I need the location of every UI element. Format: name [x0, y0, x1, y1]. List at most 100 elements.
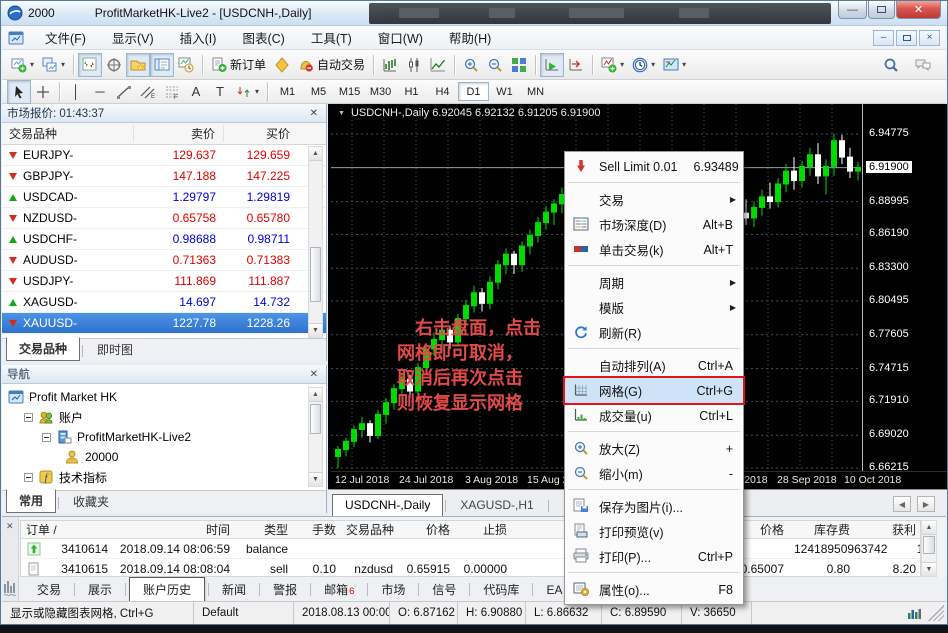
market-watch-column-headers[interactable]: 交易品种卖价买价	[2, 123, 326, 145]
history-row[interactable]: 34106142018.09.14 08:06:59balance1241895…	[21, 539, 920, 559]
market-watch-row[interactable]: NZDUSD-0.657580.65780	[2, 208, 326, 229]
chart-tab-0[interactable]: USDCNH-,Daily	[332, 494, 443, 517]
scroll-down-icon[interactable]: ▼	[309, 323, 322, 337]
menu-item-周期[interactable]: 周期▶	[565, 270, 743, 295]
tree-item[interactable]: ProfitMarketHK-Live2	[2, 427, 326, 447]
period-mn[interactable]: MN	[520, 82, 551, 101]
table-header-row[interactable]: 订单 /时间类型手数交易品种价格止损价格库存费获利	[21, 521, 920, 539]
market-watch-row[interactable]: EURJPY-129.637129.659	[2, 145, 326, 166]
terminal-tab-3[interactable]: 新闻	[212, 578, 256, 601]
market-watch-row[interactable]: XAGUSD-14.69714.732	[2, 292, 326, 313]
column-header-2[interactable]: 类型	[235, 521, 293, 538]
search-button[interactable]	[879, 53, 903, 77]
column-header-10[interactable]: 获利	[855, 521, 921, 538]
autotrade-button[interactable]: 自动交易	[294, 53, 369, 77]
navigator-header[interactable]: 导航 ✕	[2, 365, 326, 384]
navigator-button[interactable]	[126, 53, 150, 77]
menu-item-保存为图片-i-[interactable]: 保存为图片(i)...	[565, 494, 743, 519]
terminal-tab-6[interactable]: 市场	[371, 578, 415, 601]
terminal-tab-0[interactable]: 交易	[27, 578, 71, 601]
scrollbar-thumb[interactable]	[923, 536, 935, 554]
hline-button[interactable]: ─	[88, 80, 112, 104]
text-button[interactable]: A	[184, 80, 208, 104]
child-minimize-button[interactable]: –	[873, 30, 894, 46]
indicators-add-button[interactable]: ▾	[597, 53, 628, 77]
column-bid[interactable]: 卖价	[134, 125, 224, 142]
period-h4[interactable]: H4	[427, 82, 458, 101]
child-restore-button[interactable]	[896, 30, 917, 46]
column-header-3[interactable]: 手数	[293, 521, 341, 538]
minimize-button[interactable]: —	[838, 1, 867, 19]
trendline-button[interactable]	[112, 80, 136, 104]
line-chart-button[interactable]	[426, 53, 450, 77]
period-m15[interactable]: M15	[334, 82, 365, 101]
quick-panel-icon[interactable]	[3, 579, 19, 595]
column-ask[interactable]: 买价	[224, 125, 296, 142]
scroll-down-icon[interactable]: ▼	[922, 562, 936, 576]
market-watch-button[interactable]	[78, 53, 102, 77]
zoom-out-button[interactable]	[483, 53, 507, 77]
collapse-icon[interactable]	[42, 433, 51, 442]
menu-item-打印预览-v-[interactable]: 打印预览(v)	[565, 519, 743, 544]
menu-item-属性-o-[interactable]: 属性(o)...F8	[565, 577, 743, 602]
navigator-tab-0[interactable]: 常用	[6, 489, 56, 513]
channel-button[interactable]: E	[136, 80, 160, 104]
tree-item[interactable]: Profit Market HK	[2, 387, 326, 407]
price-axis[interactable]: 6.947756.919006.889956.861906.833006.804…	[862, 104, 947, 471]
maximize-button[interactable]	[868, 1, 895, 19]
market-watch-row[interactable]: XAUUSD-1227.781228.26	[2, 313, 326, 334]
menu-item-成交量-u-[interactable]: 成交量(u)Ctrl+L	[565, 403, 743, 428]
scroll-left-icon[interactable]: ◀	[893, 496, 911, 512]
close-icon[interactable]: ✕	[307, 369, 321, 380]
title-bar[interactable]: 2000 ProfitMarketHK-Live2 - [USDCNH-,Dai…	[1, 1, 947, 26]
scroll-up-icon[interactable]: ▲	[309, 388, 322, 402]
tree-item[interactable]: f技术指标	[2, 467, 326, 487]
history-row[interactable]: 34106152018.09.14 08:08:04sell0.10nzdusd…	[21, 559, 920, 577]
templates-button[interactable]: ▾	[659, 53, 690, 77]
market-watch-row[interactable]: USDJPY-111.869111.887	[2, 271, 326, 292]
market-watch-row[interactable]: AUDUSD-0.713630.71383	[2, 250, 326, 271]
bars-chart-button[interactable]	[378, 53, 402, 77]
menu-6[interactable]: 帮助(H)	[436, 25, 504, 50]
menu-item-模版[interactable]: 模版▶	[565, 295, 743, 320]
vline-button[interactable]: │	[64, 80, 88, 104]
period-w1[interactable]: W1	[489, 82, 520, 101]
navigator-scrollbar[interactable]: ▲ ▼	[308, 387, 323, 487]
market-watch-row[interactable]: USDCAD-1.297971.29819	[2, 187, 326, 208]
scroll-up-icon[interactable]: ▲	[309, 147, 322, 161]
child-close-button[interactable]: ×	[919, 30, 940, 46]
arrows-button[interactable]: ▾	[232, 80, 263, 104]
scrollbar-thumb[interactable]	[310, 404, 321, 434]
auto-scroll-button[interactable]	[540, 53, 564, 77]
menu-item-单击交易-k-[interactable]: 单击交易(k)Alt+T	[565, 237, 743, 262]
new-order-button[interactable]: 新订单	[207, 53, 270, 77]
collapse-icon[interactable]	[24, 413, 33, 422]
period-m30[interactable]: M30	[365, 82, 396, 101]
column-header-6[interactable]: 止损	[455, 521, 512, 538]
menu-5[interactable]: 窗口(W)	[365, 25, 436, 50]
collapse-icon[interactable]	[24, 473, 33, 482]
menu-1[interactable]: 显示(V)	[99, 25, 167, 50]
crosshair-button[interactable]	[31, 80, 55, 104]
terminal-tab-5[interactable]: 邮箱6	[314, 578, 364, 601]
menu-0[interactable]: 文件(F)	[32, 25, 99, 50]
terminal-tab-8[interactable]: 代码库	[473, 578, 529, 601]
terminal-scrollbar[interactable]: ▲ ▼	[921, 520, 937, 577]
close-icon[interactable]: ✕	[307, 108, 321, 119]
period-h1[interactable]: H1	[396, 82, 427, 101]
terminal-tab-1[interactable]: 展示	[78, 578, 122, 601]
menu-item-放大-z-[interactable]: 放大(Z)+	[565, 436, 743, 461]
new-chart-button[interactable]: ▾	[7, 53, 38, 77]
close-button[interactable]: ✕	[896, 1, 941, 19]
navigator-tab-1[interactable]: 收藏夹	[61, 491, 121, 513]
menu-3[interactable]: 图表(C)	[229, 25, 297, 50]
label-button[interactable]: T	[208, 80, 232, 104]
column-header-4[interactable]: 交易品种	[341, 521, 398, 538]
menu-item-交易[interactable]: 交易▶	[565, 187, 743, 212]
market-watch-row[interactable]: USDCHF-0.986880.98711	[2, 229, 326, 250]
market-watch-tab-1[interactable]: 即时图	[85, 339, 145, 361]
fibonacci-button[interactable]: F	[160, 80, 184, 104]
menu-item-sell-limit-0-01[interactable]: Sell Limit 0.016.93489	[565, 154, 743, 179]
scroll-down-icon[interactable]: ▼	[309, 472, 322, 486]
menu-item-缩小-m-[interactable]: 缩小(m)-	[565, 461, 743, 486]
